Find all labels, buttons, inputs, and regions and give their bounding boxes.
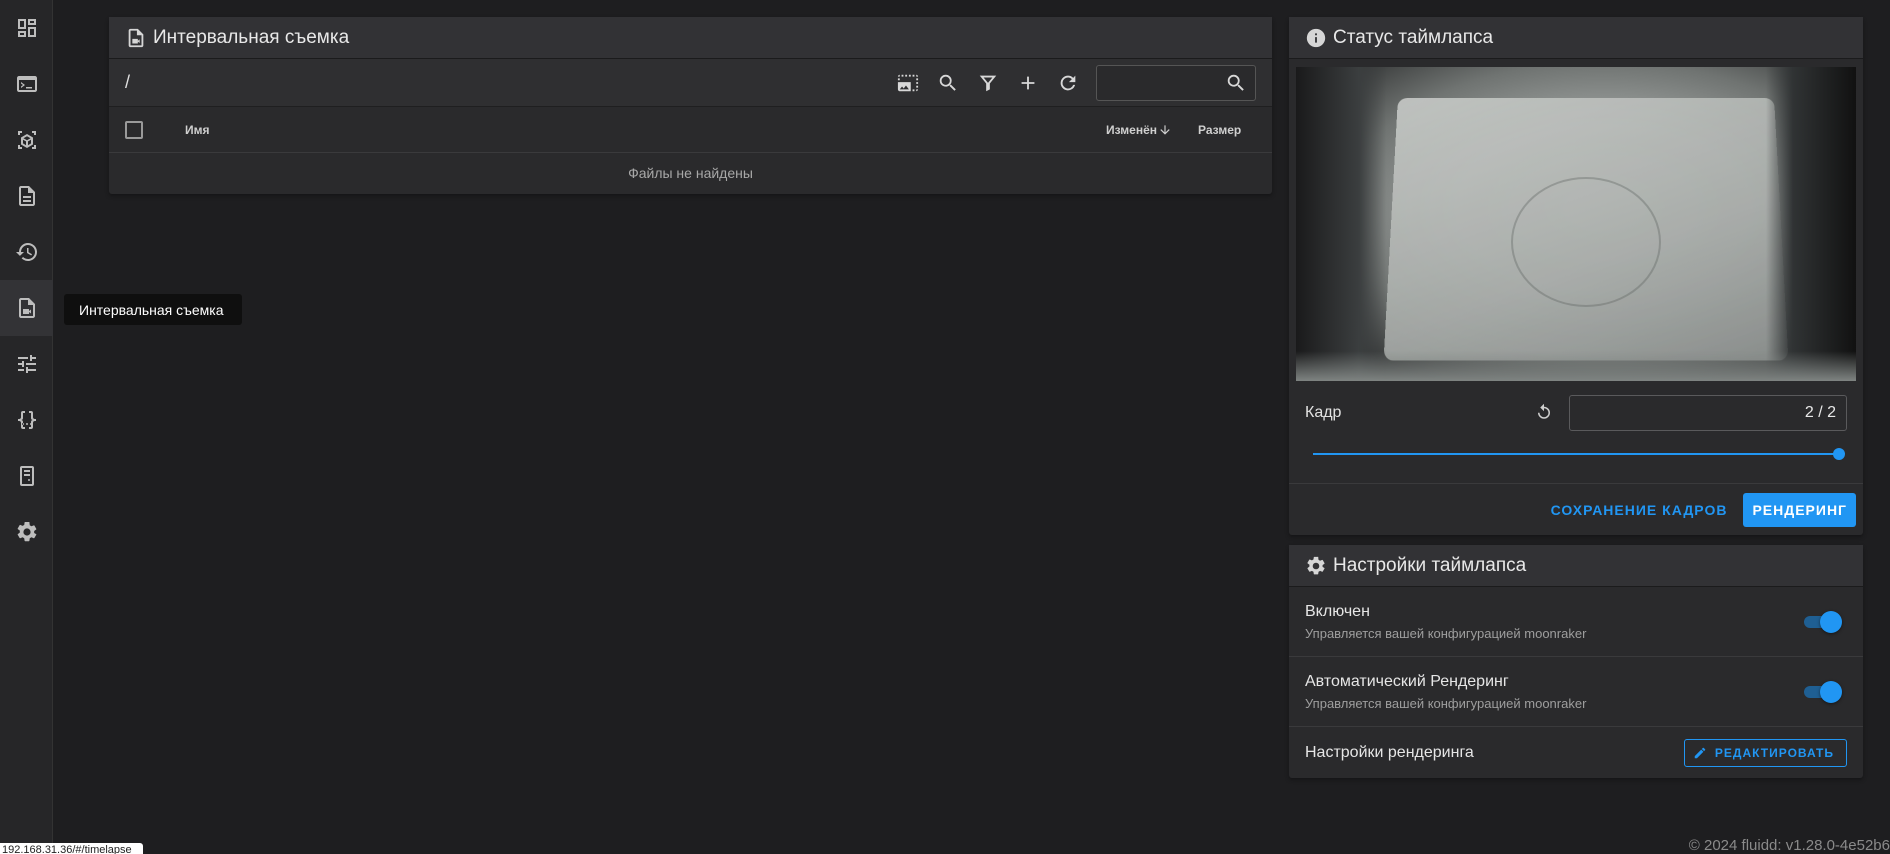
footer-version: © 2024 fluidd: v1.28.0-4e52b6 xyxy=(1688,837,1890,854)
save-frames-button[interactable]: СОХРАНЕНИЕ КАДРОВ xyxy=(1541,493,1738,527)
nav-history[interactable] xyxy=(0,224,53,280)
timelapse-preview-image xyxy=(1296,67,1856,381)
settings-card-header: Настройки таймлапса xyxy=(1289,545,1863,587)
timelapse-status-card: Статус таймлапса Кадр 2 / 2 СОХРАНЕНИЕ К… xyxy=(1289,17,1863,535)
setting-autorender: Автоматический Рендеринг Управляется ваш… xyxy=(1289,657,1863,727)
add-button[interactable] xyxy=(1008,63,1048,103)
filter-icon xyxy=(979,75,997,91)
setting-enabled-subtitle: Управляется вашей конфигурацией moonrake… xyxy=(1305,625,1587,641)
autorender-toggle[interactable] xyxy=(1802,680,1842,703)
history-icon xyxy=(15,243,37,261)
nav-settings[interactable] xyxy=(0,504,53,560)
divider xyxy=(1289,483,1863,484)
table-header: Имя Изменён Размер xyxy=(109,107,1272,153)
nav-rail xyxy=(0,0,53,854)
status-card-header: Статус таймлапса xyxy=(1289,17,1863,59)
arrow-down-icon xyxy=(1160,124,1170,135)
settings-card-title: Настройки таймлапса xyxy=(1333,554,1527,576)
nav-console[interactable] xyxy=(0,56,53,112)
frame-slider[interactable] xyxy=(1313,448,1845,460)
frame-row: Кадр 2 / 2 xyxy=(1305,395,1847,431)
nav-system[interactable] xyxy=(0,448,53,504)
search-icon xyxy=(1227,74,1244,91)
files-card-header: Интервальная съемка xyxy=(109,17,1272,59)
gear-icon xyxy=(17,521,36,542)
pencil-icon xyxy=(1694,747,1706,758)
search-input[interactable] xyxy=(1097,74,1225,91)
nav-jobs[interactable] xyxy=(0,168,53,224)
files-toolbar: / xyxy=(109,59,1272,107)
column-modified-label: Изменён xyxy=(1106,122,1158,137)
select-all-checkbox[interactable] xyxy=(125,120,143,139)
status-actions: СОХРАНЕНИЕ КАДРОВ РЕНДЕРИНГ xyxy=(1541,493,1856,527)
console-icon xyxy=(16,76,37,92)
search-toggle-button[interactable] xyxy=(928,63,968,103)
breadcrumb[interactable]: / xyxy=(125,72,888,93)
render-button[interactable]: РЕНДЕРИНГ xyxy=(1743,493,1856,527)
timelapse-files-card: Интервальная съемка / Имя Изменён Размер… xyxy=(109,17,1272,194)
empty-state: Файлы не найдены xyxy=(628,165,753,181)
cube-scan-icon xyxy=(17,131,36,149)
nav-macros[interactable] xyxy=(0,392,53,448)
plus-icon xyxy=(1021,76,1035,89)
search-icon xyxy=(939,74,956,91)
filter-button[interactable] xyxy=(968,63,1008,103)
render-settings-title: Настройки рендеринга xyxy=(1305,743,1474,761)
nav-printer[interactable] xyxy=(0,112,53,168)
enabled-toggle[interactable] xyxy=(1802,610,1842,633)
thumbnail-toggle-button[interactable] xyxy=(888,63,928,103)
setting-autorender-subtitle: Управляется вашей конфигурацией moonrake… xyxy=(1305,695,1587,711)
nav-tune[interactable] xyxy=(0,336,53,392)
edit-render-settings-button[interactable]: РЕДАКТИРОВАТЬ xyxy=(1683,738,1847,767)
nav-tooltip: Интервальная съемка xyxy=(64,294,242,325)
file-video-icon xyxy=(128,28,144,47)
dashboard-icon xyxy=(17,19,36,37)
server-icon xyxy=(19,466,34,486)
edit-button-label: РЕДАКТИРОВАТЬ xyxy=(1714,745,1834,760)
nav-timelapse[interactable] xyxy=(0,280,53,336)
column-modified[interactable]: Изменён xyxy=(1106,123,1198,137)
files-card-title: Интервальная съемка xyxy=(153,26,350,48)
refresh-icon xyxy=(1060,75,1076,90)
gear-icon xyxy=(1307,556,1325,574)
frame-input[interactable]: 2 / 2 xyxy=(1569,395,1847,431)
code-braces-icon xyxy=(17,411,36,429)
reset-frame-button[interactable] xyxy=(1535,403,1555,423)
status-card-title: Статус таймлапса xyxy=(1333,26,1494,48)
frame-slider-track xyxy=(1313,453,1839,455)
frame-label: Кадр xyxy=(1305,404,1342,421)
file-document-icon xyxy=(18,186,35,206)
setting-autorender-title: Автоматический Рендеринг xyxy=(1305,672,1509,690)
search-field[interactable] xyxy=(1096,64,1256,101)
column-name[interactable]: Имя xyxy=(185,123,1106,137)
setting-enabled: Включен Управляется вашей конфигурацией … xyxy=(1289,587,1863,657)
file-video-icon xyxy=(18,298,35,318)
refresh-button[interactable] xyxy=(1048,63,1088,103)
reset-icon xyxy=(1538,403,1550,419)
setting-render-settings: Настройки рендеринга РЕДАКТИРОВАТЬ xyxy=(1289,727,1863,778)
tune-icon xyxy=(17,355,36,373)
column-size[interactable]: Размер xyxy=(1198,123,1272,137)
frame-slider-thumb[interactable] xyxy=(1833,448,1845,460)
setting-enabled-title: Включен xyxy=(1305,602,1370,620)
nav-dashboard[interactable] xyxy=(0,0,53,56)
info-icon xyxy=(1306,28,1326,47)
status-url: 192.168.31.36/#/timelapse xyxy=(0,843,143,854)
image-size-select-icon xyxy=(897,74,919,91)
timelapse-settings-card: Настройки таймлапса Включен Управляется … xyxy=(1289,545,1863,778)
